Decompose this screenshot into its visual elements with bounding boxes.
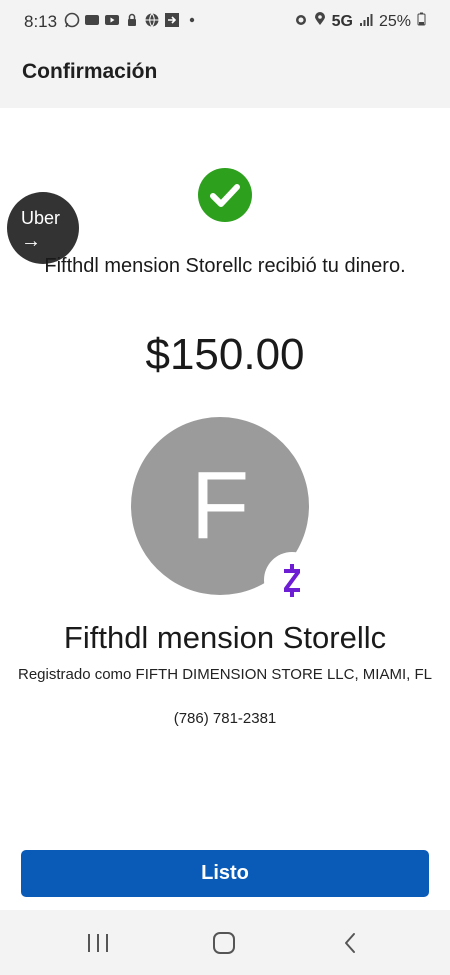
whatsapp-icon (64, 12, 80, 28)
confirmation-message: Fifthdl mension Storellc recibió tu dine… (44, 255, 406, 277)
lock-icon (124, 12, 140, 28)
navigation-bar (0, 910, 450, 975)
notification-icons (64, 12, 200, 28)
temu-icon (84, 12, 100, 28)
zelle-icon (264, 552, 320, 608)
system-status: 5G 25% (294, 12, 426, 31)
page-title: Confirmación (22, 60, 158, 83)
battery-icon (417, 12, 426, 31)
back-icon[interactable] (330, 928, 370, 958)
done-button[interactable]: Listo (21, 850, 429, 897)
network-type: 5G (331, 12, 353, 30)
share-icon (164, 12, 180, 28)
avatar-initial: F (190, 452, 250, 559)
youtube-icon (104, 12, 120, 28)
uber-label: Uber (21, 208, 61, 228)
status-bar: 8:13 5G 25% (0, 0, 450, 44)
amount-sent: $150.00 (145, 330, 305, 379)
status-time: 8:13 (24, 12, 58, 31)
home-icon[interactable] (204, 928, 244, 958)
battery-level: 25% (378, 12, 411, 30)
dot-icon (184, 12, 200, 28)
globe-icon (144, 12, 160, 28)
app-header: Confirmación (0, 44, 450, 108)
signal-icon (359, 13, 373, 30)
location-icon (314, 12, 326, 31)
recent-apps-icon[interactable] (78, 928, 118, 958)
registered-info: Registrado como FIFTH DIMENSION STORE LL… (18, 666, 432, 683)
success-check-icon (198, 168, 252, 222)
recipient-phone: (786) 781-2381 (173, 710, 277, 727)
recipient-name: Fifthdl mension Storellc (63, 620, 387, 655)
alarm-icon (294, 12, 308, 31)
arrow-right-icon: → (21, 230, 41, 252)
